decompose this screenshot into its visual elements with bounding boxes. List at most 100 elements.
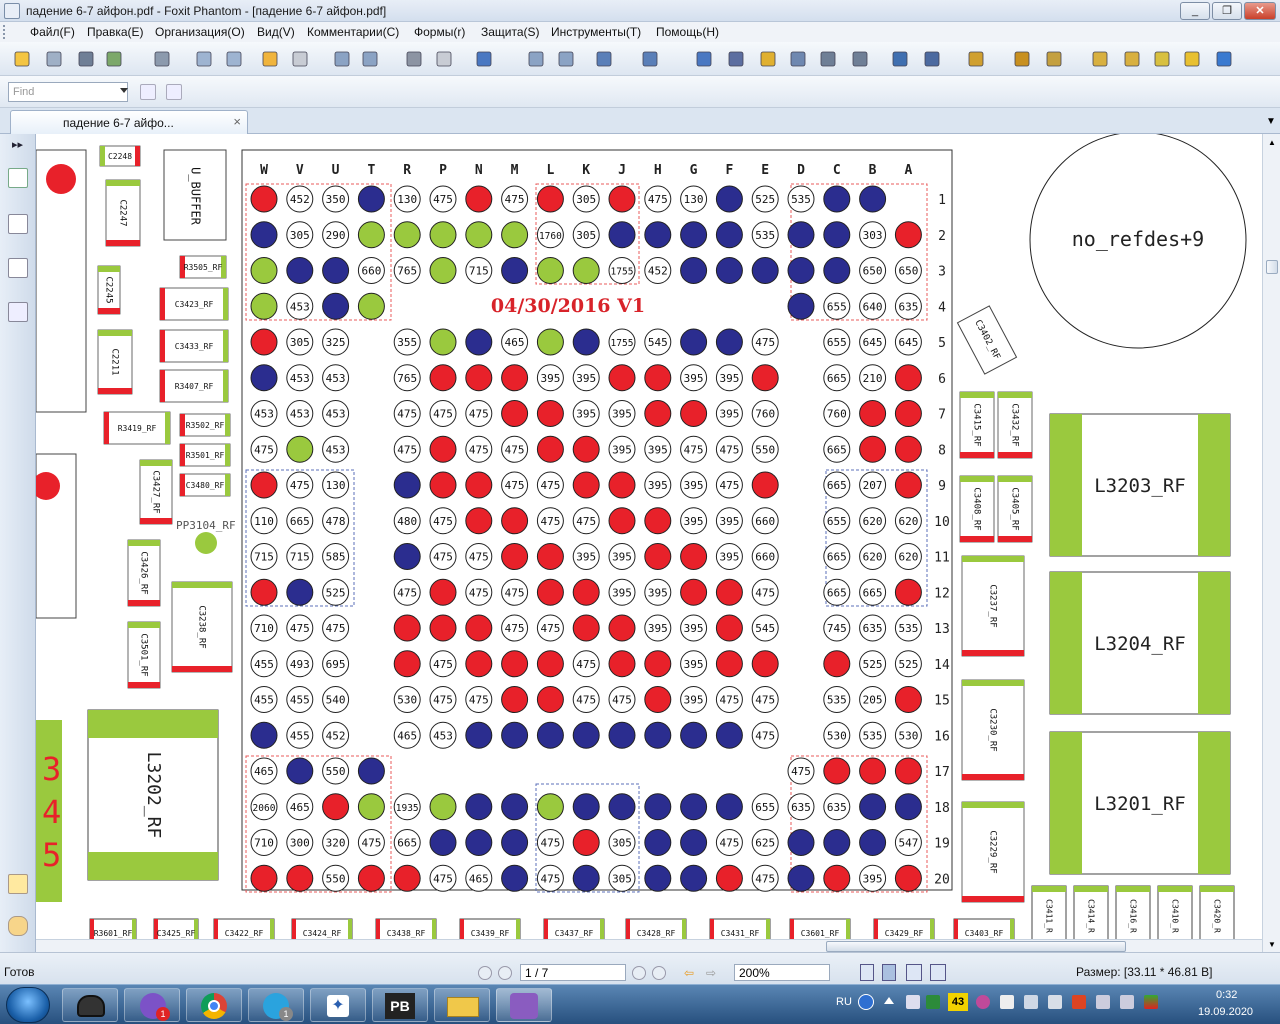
zoom-select[interactable]: 200% [734,964,830,981]
next-page-status-icon[interactable] [632,966,646,980]
minimize-button[interactable]: _ [1180,2,1210,20]
extract-pages-icon[interactable] [332,49,352,69]
network-icon[interactable] [1024,995,1038,1009]
insert-pages-icon[interactable] [360,49,380,69]
tab-scroll-icon[interactable]: ▼ [1266,116,1276,127]
tray-icon-2[interactable] [926,995,940,1009]
rectangle-icon[interactable] [890,49,910,69]
text-tool-icon[interactable] [1152,49,1172,69]
text-select-icon[interactable] [818,49,838,69]
layers-panel-icon[interactable] [8,214,28,234]
continuous-icon[interactable] [882,964,896,981]
horizontal-scrollbar[interactable] [36,939,1262,952]
tray-icon-1[interactable] [906,995,920,1009]
media-app-icon[interactable] [62,988,118,1022]
tray-flag-icon[interactable] [1000,995,1014,1009]
form-icon[interactable] [1122,49,1142,69]
zoom-out-icon[interactable] [594,49,614,69]
paperclip-icon[interactable] [8,916,28,936]
menu-view[interactable]: Вид(V) [257,25,295,39]
typewriter-icon[interactable] [922,49,942,69]
vertical-scrollbar[interactable]: ▲ ▼ [1262,134,1280,952]
facing-icon[interactable] [906,964,922,981]
camera-icon[interactable] [850,49,870,69]
forward-icon[interactable] [290,49,310,69]
tray-icon-5[interactable] [1096,995,1110,1009]
save-icon[interactable] [44,49,64,69]
horizontal-scroll-thumb[interactable] [826,941,1126,952]
find-input[interactable]: Find [8,82,128,102]
menu-tools[interactable]: Инструменты(T) [551,25,641,39]
single-page-icon[interactable] [860,964,874,981]
pb-app-icon[interactable]: PB [372,988,428,1022]
open-icon[interactable] [12,49,32,69]
menu-organize[interactable]: Организация(O) [155,25,245,39]
telegram-app-icon[interactable]: 1 [248,988,304,1022]
notes-panel-icon[interactable] [8,874,28,894]
viber-app-icon[interactable]: 1 [124,988,180,1022]
go-forward-icon[interactable]: ⇨ [706,966,722,980]
menu-file[interactable]: Файл(F) [30,25,75,39]
back-icon[interactable] [260,49,280,69]
scroll-down-icon[interactable]: ▼ [1268,940,1276,949]
vertical-scroll-thumb[interactable] [1266,260,1278,274]
arrow-icon[interactable] [1214,49,1234,69]
page-number-input[interactable]: 1 / 7 [520,964,626,981]
comments-panel-icon[interactable] [8,258,28,278]
prev-page-status-icon[interactable] [498,966,512,980]
tab-close-icon[interactable]: × [233,114,241,129]
pages-panel-icon[interactable] [8,168,28,188]
explorer-app-icon[interactable] [434,988,490,1022]
menu-protect[interactable]: Защита(S) [481,25,540,39]
first-page-icon[interactable] [478,966,492,980]
chrome-app-icon[interactable] [186,988,242,1022]
menu-help[interactable]: Помощь(H) [656,25,719,39]
scanner-icon[interactable] [152,49,172,69]
find-prev-icon[interactable] [140,84,156,100]
clock-time[interactable]: 0:32 [1216,989,1237,1001]
sign-icon[interactable] [1012,49,1032,69]
comment-icon[interactable] [1182,49,1202,69]
tray-icon-3[interactable] [976,995,990,1009]
go-back-icon[interactable]: ⇦ [684,966,700,980]
snapshot-icon[interactable] [726,49,746,69]
expand-panel-icon[interactable]: ▸▸ [12,138,23,151]
tray-icon-4[interactable] [1072,995,1086,1009]
redo-icon[interactable] [434,49,454,69]
stamp-icon[interactable] [966,49,986,69]
prev-page-icon[interactable] [194,49,214,69]
fit-page-icon[interactable] [526,49,546,69]
binoculars-icon[interactable] [788,49,808,69]
continuous-facing-icon[interactable] [930,964,946,981]
tray-icon-7[interactable] [1144,995,1158,1009]
tray-expand-icon[interactable] [884,997,894,1004]
scroll-up-icon[interactable]: ▲ [1268,138,1276,147]
language-indicator[interactable]: RU [836,996,852,1008]
select-arrow-icon[interactable] [758,49,778,69]
restore-button[interactable]: ❐ [1212,2,1242,20]
print-icon[interactable] [76,49,96,69]
menu-edit[interactable]: Правка(E) [87,25,144,39]
start-button[interactable] [6,987,50,1023]
compass-app-icon[interactable]: ✦ [310,988,366,1022]
lock-icon[interactable] [1044,49,1064,69]
last-page-icon[interactable] [652,966,666,980]
notes-icon[interactable] [1090,49,1110,69]
zoom-icon[interactable] [474,49,494,69]
fit-width-icon[interactable] [556,49,576,69]
document-view[interactable]: W V U T R P N M L K J H G F E D C B A 1 2 3 4 5 6 7 8 9 10 11 12 13 14 15… [36,134,1262,939]
find-next-icon[interactable] [166,84,182,100]
foxit-app-taskbar-icon[interactable] [496,988,552,1022]
tray-icon-6[interactable] [1120,995,1134,1009]
close-button[interactable]: ✕ [1244,2,1276,20]
next-page-icon[interactable] [224,49,244,69]
undo-icon[interactable] [404,49,424,69]
tray-counter[interactable]: 43 [948,993,968,1011]
tab-document[interactable]: падение 6-7 айфо... × [10,110,248,134]
menu-comments[interactable]: Комментарии(C) [307,25,399,39]
clock-date[interactable]: 19.09.2020 [1198,1006,1253,1018]
hand-tool-icon[interactable] [694,49,714,69]
email-icon[interactable] [104,49,124,69]
volume-icon[interactable] [1048,995,1062,1009]
zoom-in-icon[interactable] [640,49,660,69]
